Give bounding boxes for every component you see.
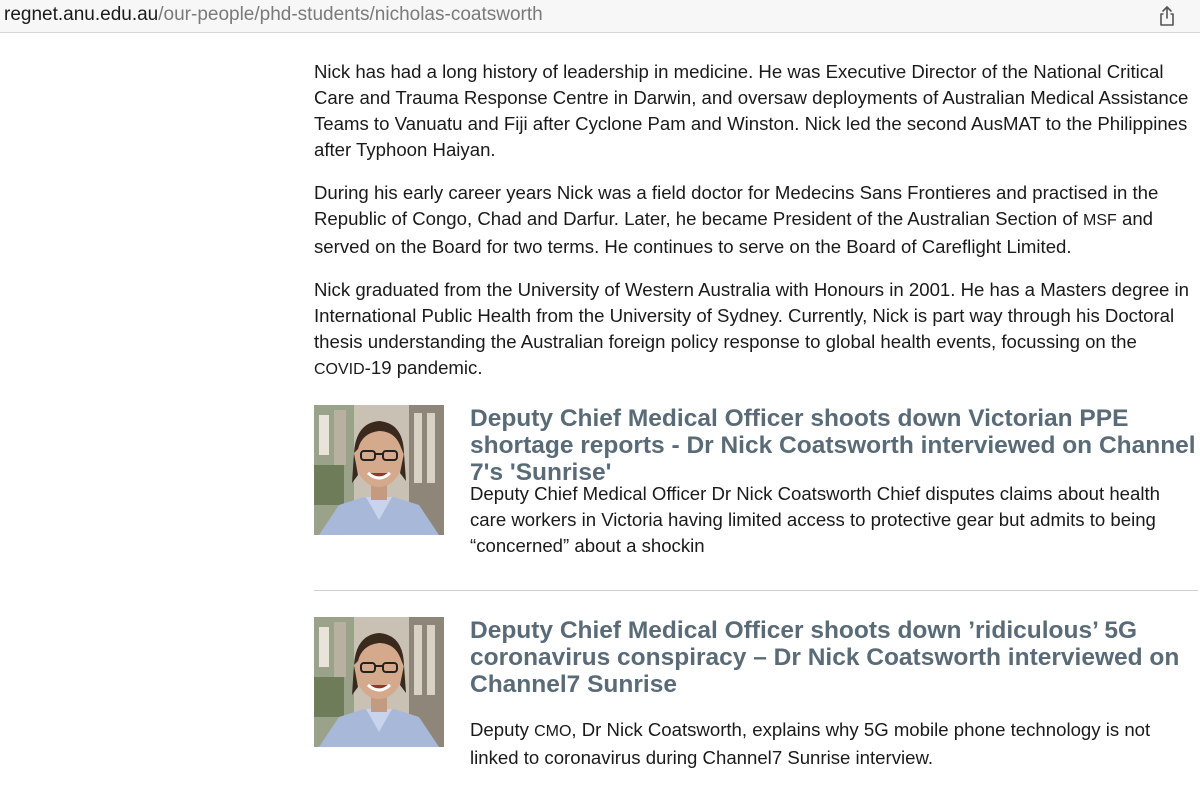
news-item: Deputy Chief Medical Officer shoots down… [314,617,1194,792]
news-summary: Deputy CMO, Dr Nick Coatsworth, explains… [470,717,1190,771]
share-icon[interactable] [1156,5,1178,27]
news-thumbnail-photo[interactable] [314,405,444,535]
bio-career-text-a: During his early career years Nick was a… [314,182,1159,229]
news-headline-link[interactable]: Deputy Chief Medical Officer shoots down… [470,617,1200,698]
news-thumbnail-photo[interactable] [314,617,444,747]
news-summary-text-a: Deputy [470,719,535,740]
bio-paragraph-education: Nick graduated from the University of We… [314,277,1194,383]
cmo-abbr: CMO [534,723,572,740]
news-headline-link[interactable]: Deputy Chief Medical Officer shoots down… [470,405,1200,486]
covid-abbr: COVID [314,361,365,378]
msf-abbr: MSF [1083,212,1117,229]
browser-address-bar[interactable]: regnet.anu.edu.au/our-people/phd-student… [0,0,1200,33]
url-text[interactable]: regnet.anu.edu.au/our-people/phd-student… [4,4,543,26]
url-domain: regnet.anu.edu.au [4,4,159,25]
news-item: Deputy Chief Medical Officer shoots down… [314,405,1196,575]
url-path: /our-people/phd-students/nicholas-coatsw… [158,4,543,25]
article-divider [314,590,1198,591]
bio-education-text-a: Nick graduated from the University of We… [314,279,1190,352]
bio-paragraph-leadership: Nick has had a long history of leadershi… [314,61,1189,160]
news-summary-text-b: , Dr Nick Coatsworth, explains why 5G mo… [470,719,1151,768]
bio-paragraph-career: During his early career years Nick was a… [314,180,1194,260]
bio-education-text-b: -19 pandemic. [364,357,483,378]
news-summary: Deputy Chief Medical Officer Dr Nick Coa… [470,483,1160,556]
bio-content: Nick has had a long history of leadershi… [314,59,1194,400]
